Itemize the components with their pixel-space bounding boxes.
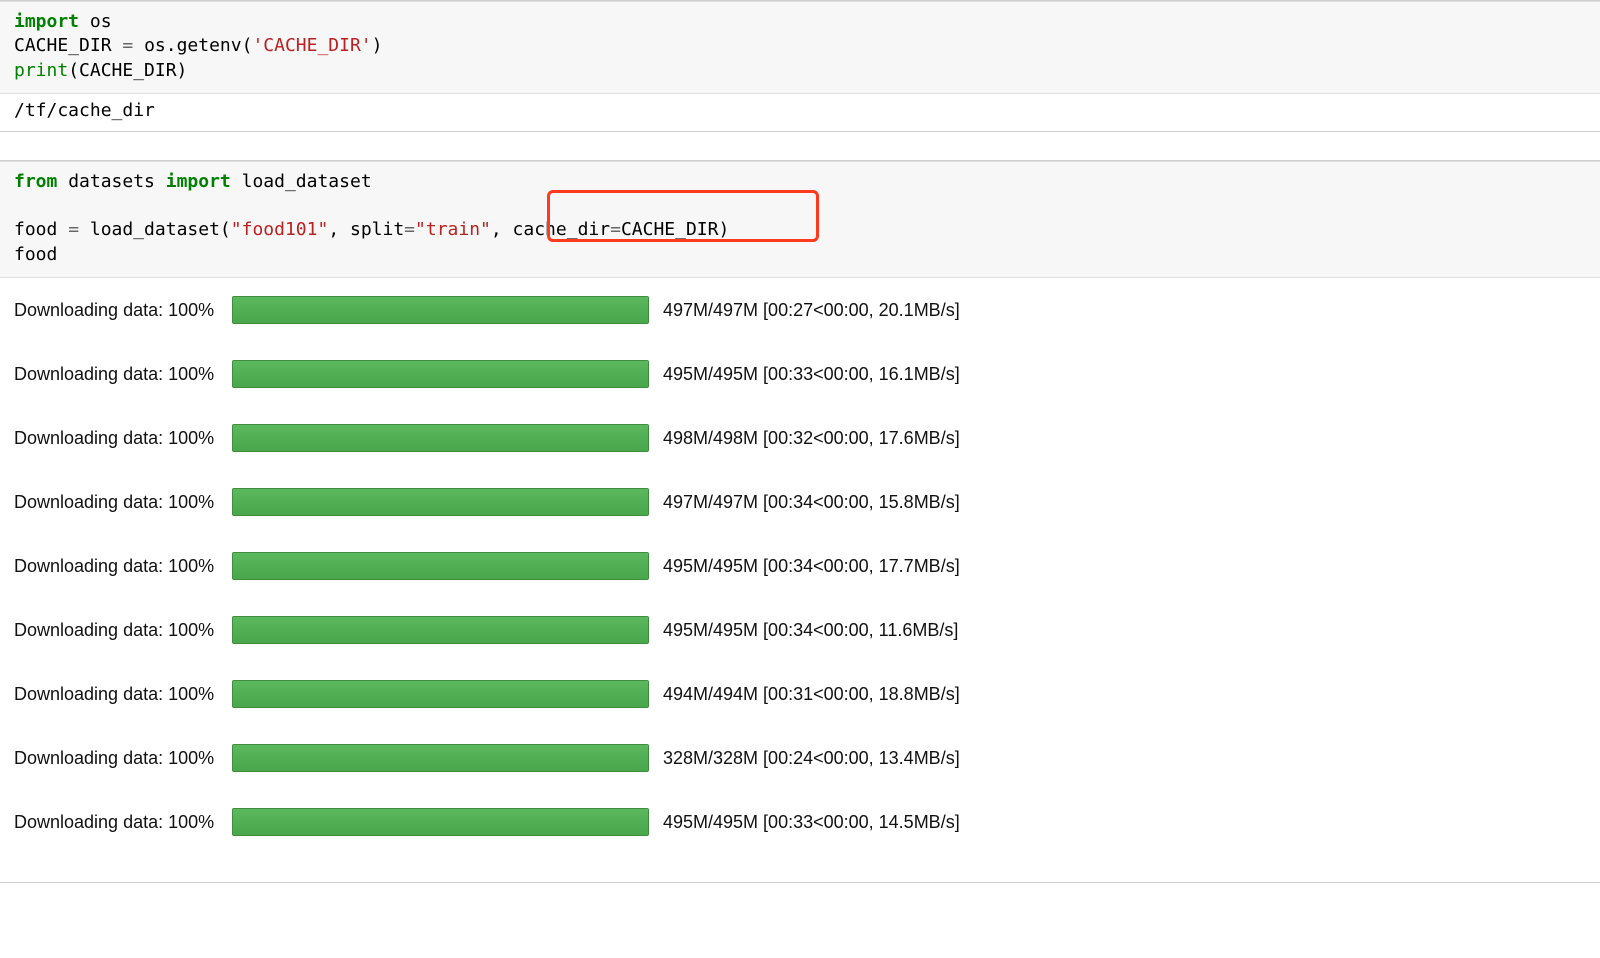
progress-bar-fill — [233, 361, 648, 387]
progress-bar-fill — [233, 425, 648, 451]
cache-dir-lhs: CACHE_DIR — [14, 35, 122, 56]
code-cell-1[interactable]: import os CACHE_DIR = os.getenv('CACHE_D… — [0, 0, 1600, 132]
progress-row: Downloading data: 100% 497M/497M [00:27<0… — [14, 296, 1586, 324]
progress-stats: 328M/328M [00:24<00:00, 13.4MB/s] — [663, 748, 960, 769]
progress-row: Downloading data: 100% 495M/495M [00:33<0… — [14, 360, 1586, 388]
progress-bar-fill — [233, 489, 648, 515]
cache-dir-string: 'CACHE_DIR' — [252, 35, 371, 56]
progress-bar-fill — [233, 745, 648, 771]
split-kw: , split — [328, 219, 404, 240]
progress-row: Downloading data: 100% 494M/494M [00:31<0… — [14, 680, 1586, 708]
progress-stats: 495M/495M [00:33<00:00, 16.1MB/s] — [663, 364, 960, 385]
notebook-view: import os CACHE_DIR = os.getenv('CACHE_D… — [0, 0, 1600, 883]
mod-datasets: datasets — [57, 171, 165, 192]
getenv-call-a: os.getenv( — [144, 35, 252, 56]
progress-stats: 495M/495M [00:33<00:00, 14.5MB/s] — [663, 812, 960, 833]
mod-os: os — [79, 11, 112, 32]
progress-label: Downloading data: 100% — [14, 748, 232, 769]
cache-dir-arg: CACHE_DIR) — [621, 219, 729, 240]
progress-bar — [232, 488, 649, 516]
code-cell-2-output: Downloading data: 100% 497M/497M [00:27<0… — [0, 278, 1600, 882]
print-arg: (CACHE_DIR) — [68, 60, 187, 81]
progress-bar — [232, 680, 649, 708]
progress-row: Downloading data: 100% 495M/495M [00:34<0… — [14, 552, 1586, 580]
progress-label: Downloading data: 100% — [14, 556, 232, 577]
print-builtin: print — [14, 60, 68, 81]
progress-row: Downloading data: 100% 495M/495M [00:34<0… — [14, 616, 1586, 644]
progress-label: Downloading data: 100% — [14, 492, 232, 513]
code-cell-2-input[interactable]: from datasets import load_dataset food =… — [0, 161, 1600, 278]
progress-bar — [232, 808, 649, 836]
cache-dir-kw: , cache_dir — [491, 219, 610, 240]
progress-bar — [232, 424, 649, 452]
progress-stats: 494M/494M [00:31<00:00, 18.8MB/s] — [663, 684, 960, 705]
food-var: food — [14, 219, 68, 240]
progress-label: Downloading data: 100% — [14, 428, 232, 449]
progress-stats: 497M/497M [00:34<00:00, 15.8MB/s] — [663, 492, 960, 513]
progress-bar — [232, 552, 649, 580]
getenv-call-b: ) — [372, 35, 383, 56]
progress-bar-fill — [233, 553, 648, 579]
equals-op-4: = — [610, 219, 621, 240]
progress-label: Downloading data: 100% — [14, 684, 232, 705]
progress-row: Downloading data: 100% 497M/497M [00:34<0… — [14, 488, 1586, 516]
code-cell-2-code[interactable]: from datasets import load_dataset food =… — [14, 170, 1586, 267]
progress-bar — [232, 616, 649, 644]
kw-from: from — [14, 171, 57, 192]
progress-row: Downloading data: 100% 495M/495M [00:33<0… — [14, 808, 1586, 836]
progress-stats: 495M/495M [00:34<00:00, 17.7MB/s] — [663, 556, 960, 577]
progress-bar — [232, 744, 649, 772]
progress-bar-fill — [233, 809, 648, 835]
food101-string: "food101" — [231, 219, 329, 240]
progress-label: Downloading data: 100% — [14, 620, 232, 641]
code-cell-1-input[interactable]: import os CACHE_DIR = os.getenv('CACHE_D… — [0, 1, 1600, 94]
progress-stats: 495M/495M [00:34<00:00, 11.6MB/s] — [663, 620, 958, 641]
code-cell-2-wrap: from datasets import load_dataset food =… — [0, 160, 1600, 883]
equals-op-3: = — [404, 219, 415, 240]
progress-stats: 498M/498M [00:32<00:00, 17.6MB/s] — [663, 428, 960, 449]
code-cell-1-code[interactable]: import os CACHE_DIR = os.getenv('CACHE_D… — [14, 10, 1586, 83]
progress-bar-fill — [233, 681, 648, 707]
progress-row: Downloading data: 100% 328M/328M [00:24<0… — [14, 744, 1586, 772]
kw-import: import — [14, 11, 79, 32]
progress-bar — [232, 296, 649, 324]
progress-stats: 497M/497M [00:27<00:00, 20.1MB/s] — [663, 300, 960, 321]
equals-op: = — [122, 35, 144, 56]
progress-label: Downloading data: 100% — [14, 364, 232, 385]
progress-bar — [232, 360, 649, 388]
train-string: "train" — [415, 219, 491, 240]
progress-bar-fill — [233, 617, 648, 643]
progress-bar-fill — [233, 297, 648, 323]
kw-import-2: import — [166, 171, 231, 192]
equals-op-2: = — [68, 219, 90, 240]
code-cell-1-output: /tf/cache_dir — [0, 94, 1600, 131]
code-cell-2[interactable]: from datasets import load_dataset food =… — [0, 160, 1600, 883]
progress-row: Downloading data: 100% 498M/498M [00:32<0… — [14, 424, 1586, 452]
fn-load-dataset: load_dataset — [231, 171, 372, 192]
food-expr: food — [14, 244, 57, 265]
progress-label: Downloading data: 100% — [14, 812, 232, 833]
progress-label: Downloading data: 100% — [14, 300, 232, 321]
load-dataset-call: load_dataset( — [90, 219, 231, 240]
